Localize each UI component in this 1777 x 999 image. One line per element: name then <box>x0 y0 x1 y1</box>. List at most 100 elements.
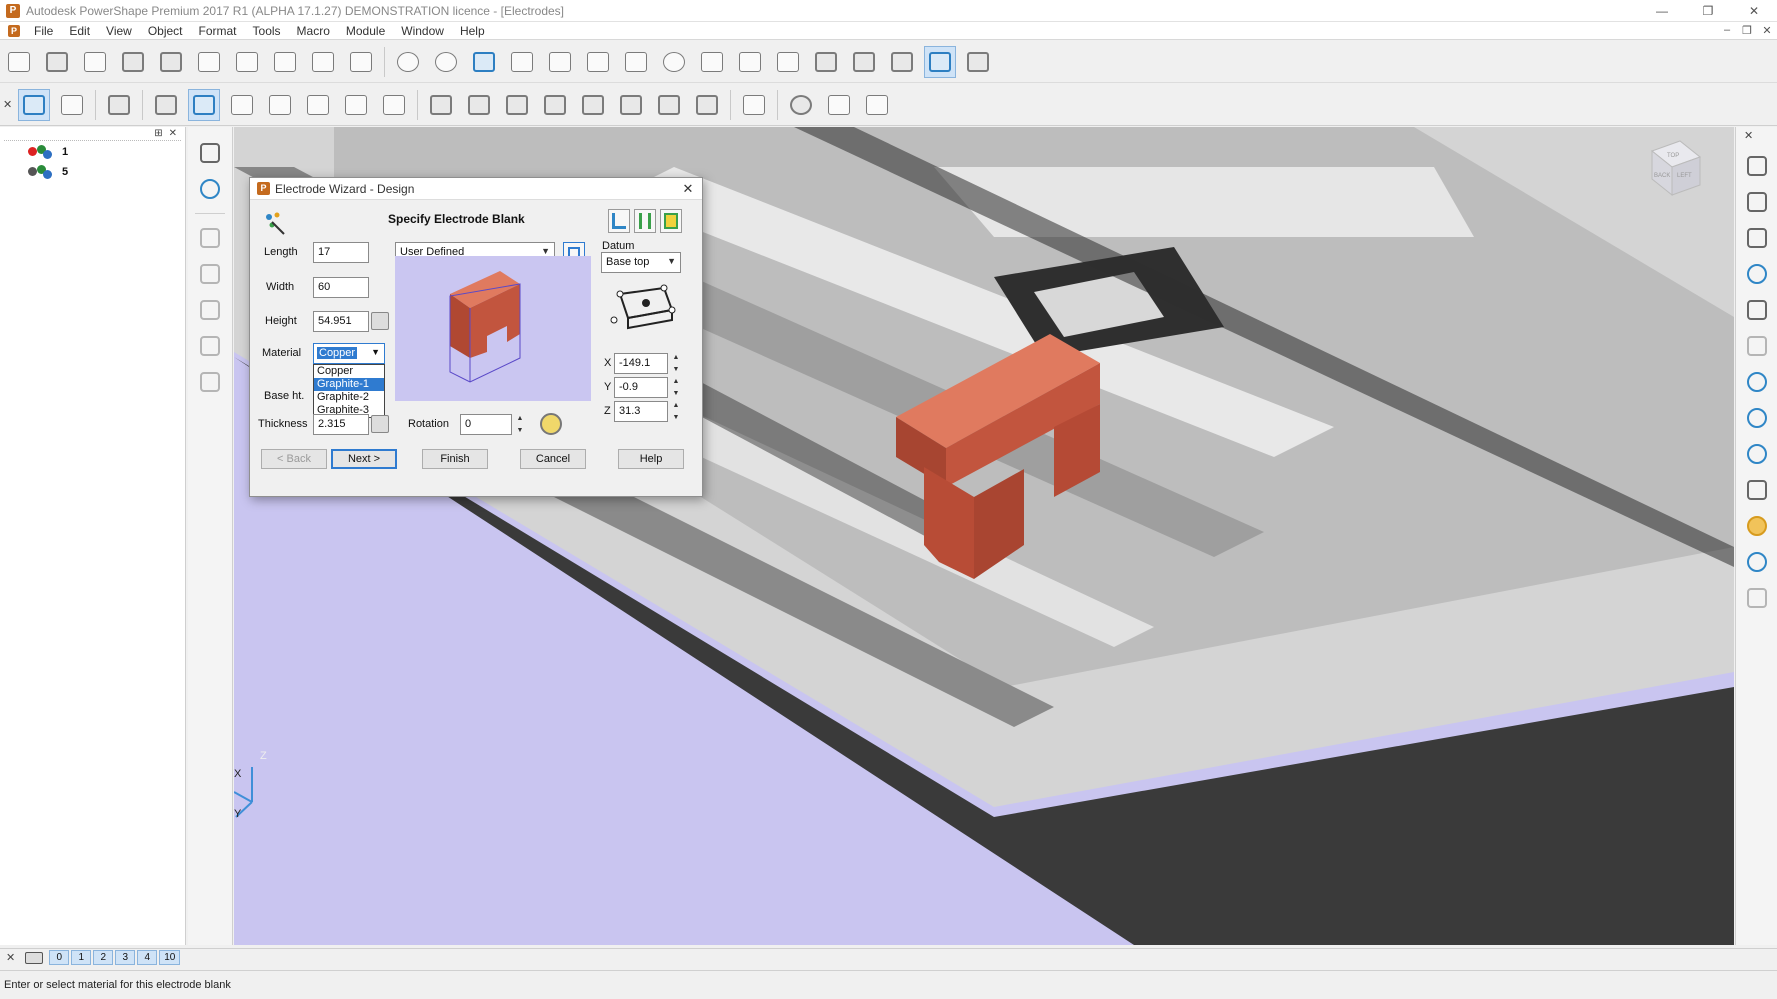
zoom-in-button[interactable] <box>1742 403 1772 433</box>
menu-macro[interactable]: Macro <box>289 24 338 38</box>
blank-2-button[interactable] <box>463 89 495 121</box>
z-spinner[interactable]: ▲ ▼ <box>670 401 682 422</box>
tree-item[interactable]: 5 <box>28 165 68 179</box>
solid-button[interactable] <box>848 46 880 78</box>
y-spinner[interactable]: ▲ ▼ <box>670 377 682 398</box>
thickness-field[interactable]: 2.315 <box>313 414 369 435</box>
open-button[interactable] <box>41 46 73 78</box>
menu-format[interactable]: Format <box>191 24 245 38</box>
x-spinner[interactable]: ▲ ▼ <box>670 353 682 374</box>
spin-up-icon[interactable]: ▲ <box>670 401 682 410</box>
back-button[interactable]: < Back <box>261 449 327 469</box>
spin-down-icon[interactable]: ▼ <box>670 413 682 422</box>
tool-4-button[interactable] <box>195 331 225 361</box>
align-button-1[interactable] <box>608 209 630 233</box>
close-panel-icon[interactable]: ✕ <box>169 128 177 139</box>
line-button[interactable] <box>620 46 652 78</box>
view-iso-3-button[interactable] <box>1742 223 1772 253</box>
menu-object[interactable]: Object <box>140 24 191 38</box>
rotation-spinner[interactable]: ▲ ▼ <box>514 414 526 435</box>
menu-window[interactable]: Window <box>393 24 452 38</box>
axis-button[interactable] <box>582 46 614 78</box>
pin-icon[interactable]: ⊞ <box>154 128 162 139</box>
layer-10-button[interactable]: 10 <box>159 950 181 965</box>
pan-view-button[interactable] <box>195 174 225 204</box>
z-field[interactable]: 31.3 <box>614 401 668 422</box>
close-layer-bar-icon[interactable]: ✕ <box>6 951 15 964</box>
shaded-button[interactable] <box>1742 511 1772 541</box>
datum-select[interactable]: Base top ▼ <box>601 252 681 273</box>
material-button[interactable] <box>1742 547 1772 577</box>
thickness-lock-icon[interactable] <box>371 415 389 433</box>
blank-7-button[interactable] <box>653 89 685 121</box>
close-button[interactable]: ✕ <box>1731 0 1777 22</box>
split-button[interactable] <box>302 89 334 121</box>
zoom-box-button[interactable] <box>1742 439 1772 469</box>
material-option[interactable]: Graphite-2 <box>314 391 384 404</box>
blank-6-button[interactable] <box>615 89 647 121</box>
flag-button[interactable] <box>56 89 88 121</box>
extend-button[interactable] <box>226 89 258 121</box>
doc-close-button[interactable]: ✕ <box>1757 24 1777 37</box>
menu-tools[interactable]: Tools <box>245 24 289 38</box>
height-field[interactable]: 54.951 <box>313 311 369 332</box>
doc-restore-button[interactable]: ❐ <box>1737 24 1757 37</box>
edit-button[interactable] <box>307 46 339 78</box>
lights-button[interactable] <box>1742 583 1772 613</box>
new-model-button[interactable] <box>3 46 35 78</box>
mesh-button[interactable] <box>886 46 918 78</box>
profile-button[interactable] <box>378 89 410 121</box>
workplane-button[interactable] <box>544 46 576 78</box>
text-button[interactable] <box>734 46 766 78</box>
menu-help[interactable]: Help <box>452 24 493 38</box>
spin-up-icon[interactable]: ▲ <box>514 414 526 423</box>
electrode-wizard-button[interactable] <box>150 89 182 121</box>
machine-button[interactable] <box>823 89 855 121</box>
settings-button[interactable] <box>785 89 817 121</box>
view-disabled-button[interactable] <box>1742 331 1772 361</box>
family-button[interactable] <box>738 89 770 121</box>
layer-1-button[interactable]: 1 <box>71 950 92 965</box>
layer-0-button[interactable]: 0 <box>49 950 70 965</box>
tool-3-button[interactable] <box>195 295 225 325</box>
maximize-button[interactable]: ❐ <box>1685 0 1731 22</box>
cancel-button[interactable]: Cancel <box>520 449 586 469</box>
layer-icon[interactable] <box>25 951 44 964</box>
rotation-field[interactable]: 0 <box>460 414 512 435</box>
blank-5-button[interactable] <box>577 89 609 121</box>
menu-view[interactable]: View <box>98 24 140 38</box>
tool-1-button[interactable] <box>195 223 225 253</box>
y-field[interactable]: -0.9 <box>614 377 668 398</box>
x-field[interactable]: -149.1 <box>614 353 668 374</box>
dialog-close-button[interactable]: ✕ <box>674 181 702 197</box>
add-electrode-button[interactable] <box>103 89 135 121</box>
align-button-2[interactable] <box>634 209 656 233</box>
blank-4-button[interactable] <box>539 89 571 121</box>
blank-3-button[interactable] <box>501 89 533 121</box>
material-option[interactable]: Copper <box>314 365 384 378</box>
dimension-button[interactable] <box>772 46 804 78</box>
select-button[interactable] <box>506 46 538 78</box>
align-button-3[interactable] <box>660 209 682 233</box>
view-orbit-button[interactable] <box>1742 295 1772 325</box>
electrode-button[interactable] <box>924 45 956 78</box>
document-logo-icon[interactable]: P <box>8 24 20 37</box>
paste-button[interactable] <box>269 46 301 78</box>
spin-down-icon[interactable]: ▼ <box>514 426 526 435</box>
spin-down-icon[interactable]: ▼ <box>670 365 682 374</box>
close-toolbar-icon[interactable]: ✕ <box>3 98 15 111</box>
menu-file[interactable]: File <box>26 24 61 38</box>
close-strip-icon[interactable]: ✕ <box>1744 129 1753 142</box>
arc-button[interactable] <box>658 46 690 78</box>
undo-button[interactable] <box>392 46 424 78</box>
copy-button[interactable] <box>231 46 263 78</box>
minimize-button[interactable]: — <box>1639 0 1685 22</box>
rotate-view-button[interactable] <box>195 138 225 168</box>
layer-4-button[interactable]: 4 <box>137 950 158 965</box>
finish-button[interactable]: Finish <box>422 449 488 469</box>
blank-8-button[interactable] <box>691 89 723 121</box>
menu-edit[interactable]: Edit <box>61 24 98 38</box>
assembly-button[interactable] <box>962 46 994 78</box>
length-field[interactable]: 17 <box>313 242 369 263</box>
wireframe-button[interactable] <box>1742 475 1772 505</box>
